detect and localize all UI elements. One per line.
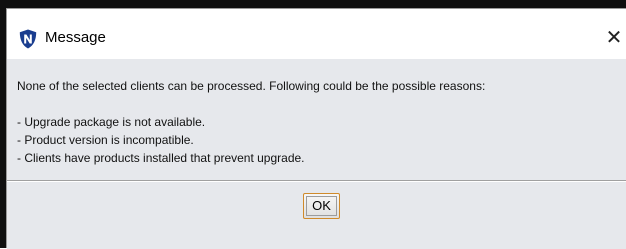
ok-button-label: OK [312,198,331,213]
message-spacer [17,95,617,113]
message-line-intro: None of the selected clients can be proc… [17,79,486,93]
dialog-title: Message [45,29,106,46]
background-frame: Message ✕ None of the selected clients c… [0,0,626,249]
dialog-content: None of the selected clients can be proc… [7,59,626,249]
message-text: None of the selected clients can be proc… [17,77,617,167]
button-separator [7,180,626,182]
message-line-reason-1: - Upgrade package is not available. [17,115,206,129]
message-line-reason-3: - Clients have products installed that p… [17,151,305,165]
shield-logo-icon [19,29,37,49]
close-icon[interactable]: ✕ [602,23,626,51]
ok-button[interactable]: OK [303,193,340,219]
message-line-reason-2: - Product version is incompatible. [17,133,194,147]
title-bar[interactable]: Message ✕ [7,9,626,59]
message-dialog: Message ✕ None of the selected clients c… [6,8,626,249]
